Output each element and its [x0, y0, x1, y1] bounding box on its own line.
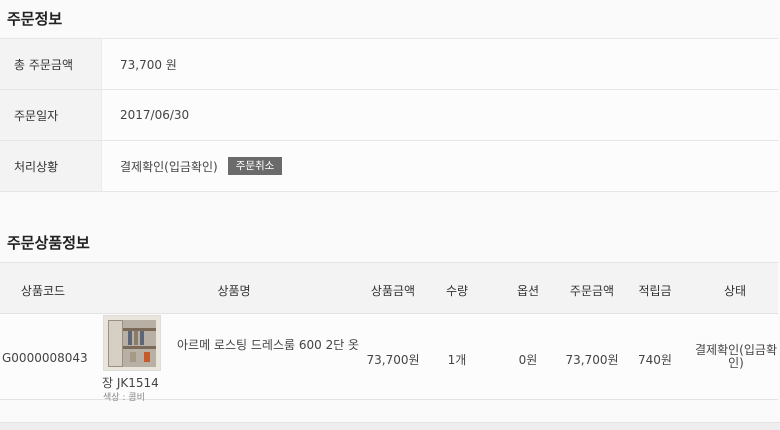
processing-status-cell: 결제확인(입금확인) 주문취소	[102, 141, 283, 191]
product-points: 740원	[638, 353, 672, 367]
header-product-price: 상품금액	[370, 284, 416, 298]
bottom-divider	[0, 422, 780, 430]
product-code: G0000008043	[2, 351, 88, 365]
product-order-amount: 73,700원	[565, 353, 619, 367]
total-amount-label: 총 주문금액	[0, 39, 102, 89]
product-name-line1[interactable]: 아르메 로스팅 드레스룸 600 2단 옷	[177, 336, 359, 353]
product-name-line2[interactable]: 장 JK1514	[102, 374, 159, 391]
order-info-table: 총 주문금액 73,700 원 주문일자 2017/06/30 처리상황 결제확…	[0, 38, 778, 192]
order-info-title: 주문정보	[7, 10, 63, 28]
product-table-header: 상품코드 상품명 상품금액 수량 옵션 주문금액 적립금 상태	[0, 262, 778, 314]
product-price: 73,700원	[366, 353, 420, 367]
header-option: 옵션	[516, 284, 540, 298]
order-info-row-date: 주문일자 2017/06/30	[0, 90, 778, 141]
header-product-name: 상품명	[217, 284, 251, 298]
header-order-amount: 주문금액	[569, 284, 615, 298]
processing-status-value: 결제확인(입금확인)	[120, 159, 218, 174]
product-status-line2: 인)	[728, 356, 744, 370]
order-date-label: 주문일자	[0, 90, 102, 140]
product-quantity: 1개	[447, 353, 467, 367]
header-status: 상태	[723, 284, 747, 298]
product-thumbnail[interactable]	[103, 315, 161, 371]
total-amount-value: 73,700 원	[120, 57, 177, 72]
table-row: G0000008043 아르메 로스팅 드레스룸 600 2단 옷 장 JK15…	[0, 314, 780, 403]
cancel-order-button[interactable]: 주문취소	[227, 156, 283, 176]
order-products-title: 주문상품정보	[7, 234, 90, 252]
product-status: 결제확인(입금확 인)	[686, 344, 780, 370]
header-product-code: 상품코드	[20, 284, 66, 298]
header-points: 적립금	[638, 284, 672, 298]
order-info-row-total: 총 주문금액 73,700 원	[0, 39, 778, 90]
order-date-value: 2017/06/30	[120, 108, 190, 122]
order-info-row-status: 처리상황 결제확인(입금확인) 주문취소	[0, 141, 778, 192]
processing-status-label: 처리상황	[0, 141, 102, 191]
product-option-text: 색상 : 콤비	[103, 393, 145, 403]
product-option-price: 0원	[518, 353, 538, 367]
header-quantity: 수량	[445, 284, 469, 298]
